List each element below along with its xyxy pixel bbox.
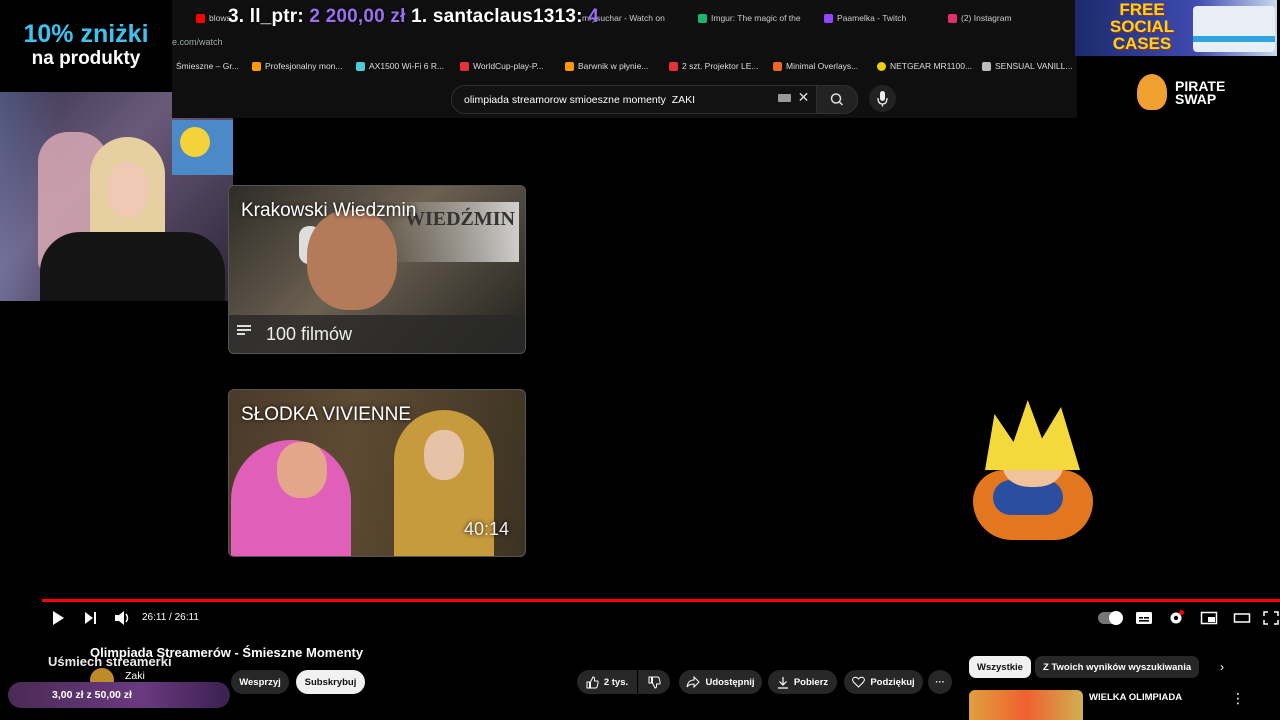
bookmark-overlays[interactable]: Minimal Overlays... — [773, 61, 858, 71]
mic-icon — [877, 91, 888, 107]
bookmark-icon — [877, 61, 886, 71]
heart-dollar-icon — [852, 676, 866, 688]
join-button[interactable]: Wesprzyj — [231, 670, 289, 694]
pirate-swap-ad: PIRATE SWAP — [1137, 72, 1247, 112]
promo-discount: 10% zniżki — [23, 20, 149, 48]
result-title: Krakowski Wiedzmin — [241, 200, 417, 221]
truck-graphic — [1193, 6, 1275, 52]
streamer-webcam — [0, 92, 233, 301]
bookmark-barwnik[interactable]: Barwnik w płynie... — [565, 61, 648, 71]
donation-goal-text: 3,00 zł z 50,00 zł — [52, 689, 132, 701]
recommended-title[interactable]: WIELKA OLIMPIADA — [1089, 692, 1182, 703]
volume-icon[interactable] — [114, 610, 132, 626]
tab-instagram[interactable]: (2) Instagram — [948, 10, 1012, 26]
imgur-icon — [698, 13, 707, 23]
thumbnail-person — [307, 210, 397, 310]
fullscreen-icon[interactable] — [1262, 610, 1280, 626]
share-icon — [686, 676, 701, 688]
chip-from-search[interactable]: Z Twoich wyników wyszukiwania — [1035, 656, 1200, 678]
bookmark-smieszne[interactable]: Śmieszne – Gr... — [176, 61, 239, 71]
playlist-icon — [237, 325, 251, 337]
bookmark-worldcup[interactable]: WorldCup-play-P... — [460, 61, 544, 71]
bookmark-icon — [356, 61, 365, 71]
bookmark-icon — [460, 61, 469, 71]
voice-search-button[interactable] — [869, 85, 896, 112]
promo-subtitle: na produkty — [31, 48, 141, 69]
subscribe-button[interactable]: Subskrybuj — [296, 670, 365, 694]
instagram-icon — [948, 13, 957, 23]
subtitles-icon[interactable] — [1135, 610, 1153, 626]
social-cases-ad: FREE SOCIAL CASES — [1075, 0, 1277, 56]
aliexpress-icon — [669, 61, 678, 71]
progress-bar[interactable] — [42, 599, 1280, 602]
search-input[interactable] — [462, 90, 766, 110]
bookmark-icon — [982, 61, 991, 71]
tab-paamelka[interactable]: Paamelka - Twitch — [824, 10, 906, 26]
bookmark-ax1500[interactable]: AX1500 Wi-Fi 6 R... — [356, 61, 444, 71]
stream-overlay-title: Uśmiech streamerki — [48, 654, 172, 669]
recommended-thumbnail[interactable] — [969, 690, 1083, 720]
youtube-icon — [196, 13, 205, 23]
promo-banner: 10% zniżki na produkty — [0, 0, 172, 92]
playlist-result[interactable]: WIEDŹMIN Krakowski Wiedzmin 100 filmów — [228, 185, 526, 354]
thumbs-down-icon — [648, 676, 661, 689]
twitch-icon — [824, 13, 833, 23]
chip-all[interactable]: Wszystkie — [969, 656, 1031, 678]
more-vert-icon[interactable]: ⋮ — [1231, 690, 1245, 707]
theater-mode-icon[interactable] — [1233, 610, 1251, 626]
bookmark-netgear[interactable]: NETGEAR MR1100... — [877, 61, 972, 71]
etsy-icon — [773, 61, 782, 71]
play-icon[interactable] — [50, 610, 66, 626]
time-display: 26:11 / 26:11 — [142, 612, 199, 623]
amazon-icon — [252, 61, 261, 71]
keyboard-icon[interactable] — [778, 94, 791, 102]
thumbs-up-icon — [586, 675, 599, 688]
bookmark-sensual[interactable]: SENSUAL VANILL... — [982, 61, 1072, 71]
bookmark-monitor[interactable]: Profesjonalny mon... — [252, 61, 342, 71]
goku-sticker — [963, 400, 1095, 540]
dislike-button[interactable] — [638, 670, 670, 694]
tab-blows[interactable]: blows — [196, 10, 231, 26]
result-title: SŁODKA VIVIENNE — [241, 404, 412, 425]
tab-imgur[interactable]: Imgur: The magic of the — [698, 10, 801, 26]
download-icon — [777, 676, 788, 689]
address-bar[interactable]: e.com/watch — [172, 37, 223, 47]
donation-goal-bar: 3,00 zł z 50,00 zł — [8, 682, 230, 708]
video-count: 100 filmów — [266, 324, 353, 344]
search-bar — [451, 85, 818, 114]
download-button[interactable]: Pobierz — [768, 670, 837, 694]
ad-text: PIRATE SWAP — [1175, 78, 1226, 107]
close-icon[interactable]: ✕ — [796, 90, 811, 105]
settings-icon[interactable] — [1167, 610, 1185, 626]
bookmark-projektor[interactable]: 2 szt. Projektor LE... — [669, 61, 759, 71]
amazon-icon — [565, 61, 574, 71]
search-icon — [830, 93, 844, 106]
autoplay-toggle[interactable] — [1098, 611, 1123, 625]
like-button[interactable]: 2 tys. — [577, 670, 637, 694]
share-button[interactable]: Udostępnij — [679, 670, 762, 694]
simpsons-figure — [180, 127, 210, 157]
search-button[interactable] — [816, 85, 858, 114]
video-result[interactable]: SŁODKA VIVIENNE 40:14 — [228, 389, 526, 557]
pirate-logo-icon — [1137, 74, 1167, 110]
next-icon[interactable] — [82, 610, 98, 626]
chevron-right-icon[interactable]: › — [1220, 660, 1224, 674]
donation-leaderboard: 3. ll_ptr: 2 200,00 zł 1. santaclaus1313… — [228, 6, 599, 27]
video-duration: 40:14 — [463, 519, 509, 539]
more-actions-button[interactable]: ··· — [928, 670, 952, 694]
channel-name[interactable]: Zaki — [125, 670, 145, 682]
ad-text: FREE SOCIAL CASES — [1109, 0, 1175, 53]
thanks-button[interactable]: Podziękuj — [844, 670, 923, 694]
miniplayer-icon[interactable] — [1200, 610, 1218, 626]
